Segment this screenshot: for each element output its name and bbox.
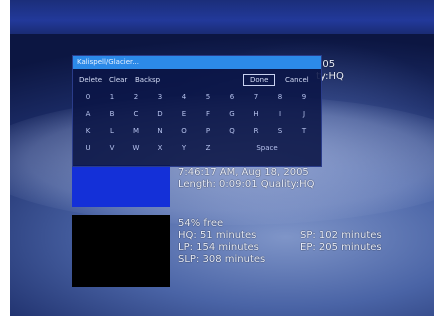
title-thumbnail-selected[interactable] (72, 165, 170, 207)
disk-hq: HQ: 51 minutes (178, 230, 257, 241)
key-m[interactable]: M (127, 124, 145, 138)
key-0[interactable]: 0 (79, 90, 97, 104)
keyboard-action-row: Delete Clear Backsp Done Cancel (73, 74, 321, 86)
key-y[interactable]: Y (175, 141, 193, 155)
key-s[interactable]: S (271, 124, 289, 138)
key-7[interactable]: 7 (247, 90, 265, 104)
key-8[interactable]: 8 (271, 90, 289, 104)
key-4[interactable]: 4 (175, 90, 193, 104)
disk-ep: EP: 205 minutes (300, 242, 382, 253)
key-blank[interactable] (223, 141, 241, 155)
recording-length-quality: Length: 0:09:01 Quality:HQ (178, 179, 315, 190)
key-5[interactable]: 5 (199, 90, 217, 104)
disk-lp: LP: 154 minutes (178, 242, 259, 253)
key-l[interactable]: L (103, 124, 121, 138)
key-a[interactable]: A (79, 107, 97, 121)
key-x[interactable]: X (151, 141, 169, 155)
key-1[interactable]: 1 (103, 90, 121, 104)
key-j[interactable]: J (295, 107, 313, 121)
key-z[interactable]: Z (199, 141, 217, 155)
disk-free: 54% free (178, 218, 224, 229)
key-9[interactable]: 9 (295, 90, 313, 104)
key-space[interactable]: Space (247, 141, 287, 155)
backspace-button[interactable]: Backsp (135, 74, 160, 86)
title-input-field[interactable]: Kalispell/Glacier... (73, 56, 321, 69)
disk-slp: SLP: 308 minutes (178, 254, 266, 265)
key-2[interactable]: 2 (127, 90, 145, 104)
key-r[interactable]: R (247, 124, 265, 138)
key-t[interactable]: T (295, 124, 313, 138)
key-u[interactable]: U (79, 141, 97, 155)
key-i[interactable]: I (271, 107, 289, 121)
done-button[interactable]: Done (243, 74, 276, 86)
key-p[interactable]: P (199, 124, 217, 138)
top-title-bar (10, 0, 434, 34)
key-o[interactable]: O (175, 124, 193, 138)
cancel-button[interactable]: Cancel (285, 74, 309, 86)
key-w[interactable]: W (127, 141, 145, 155)
key-d[interactable]: D (151, 107, 169, 121)
clear-button[interactable]: Clear (109, 74, 127, 86)
key-b[interactable]: B (103, 107, 121, 121)
onscreen-keyboard: Kalispell/Glacier... Delete Clear Backsp… (72, 55, 322, 167)
key-g[interactable]: G (223, 107, 241, 121)
dvd-recorder-screen: 005 ty:HQ 7:46:17 AM, Aug 18, 2005 Lengt… (10, 0, 434, 316)
key-f[interactable]: F (199, 107, 217, 121)
key-v[interactable]: V (103, 141, 121, 155)
title-thumbnail[interactable] (72, 215, 170, 287)
key-k[interactable]: K (79, 124, 97, 138)
key-q[interactable]: Q (223, 124, 241, 138)
key-3[interactable]: 3 (151, 90, 169, 104)
recording-datetime: 7:46:17 AM, Aug 18, 2005 (178, 167, 309, 178)
disk-sp: SP: 102 minutes (300, 230, 382, 241)
key-n[interactable]: N (151, 124, 169, 138)
key-h[interactable]: H (247, 107, 265, 121)
key-6[interactable]: 6 (223, 90, 241, 104)
key-c[interactable]: C (127, 107, 145, 121)
key-e[interactable]: E (175, 107, 193, 121)
delete-button[interactable]: Delete (79, 74, 102, 86)
